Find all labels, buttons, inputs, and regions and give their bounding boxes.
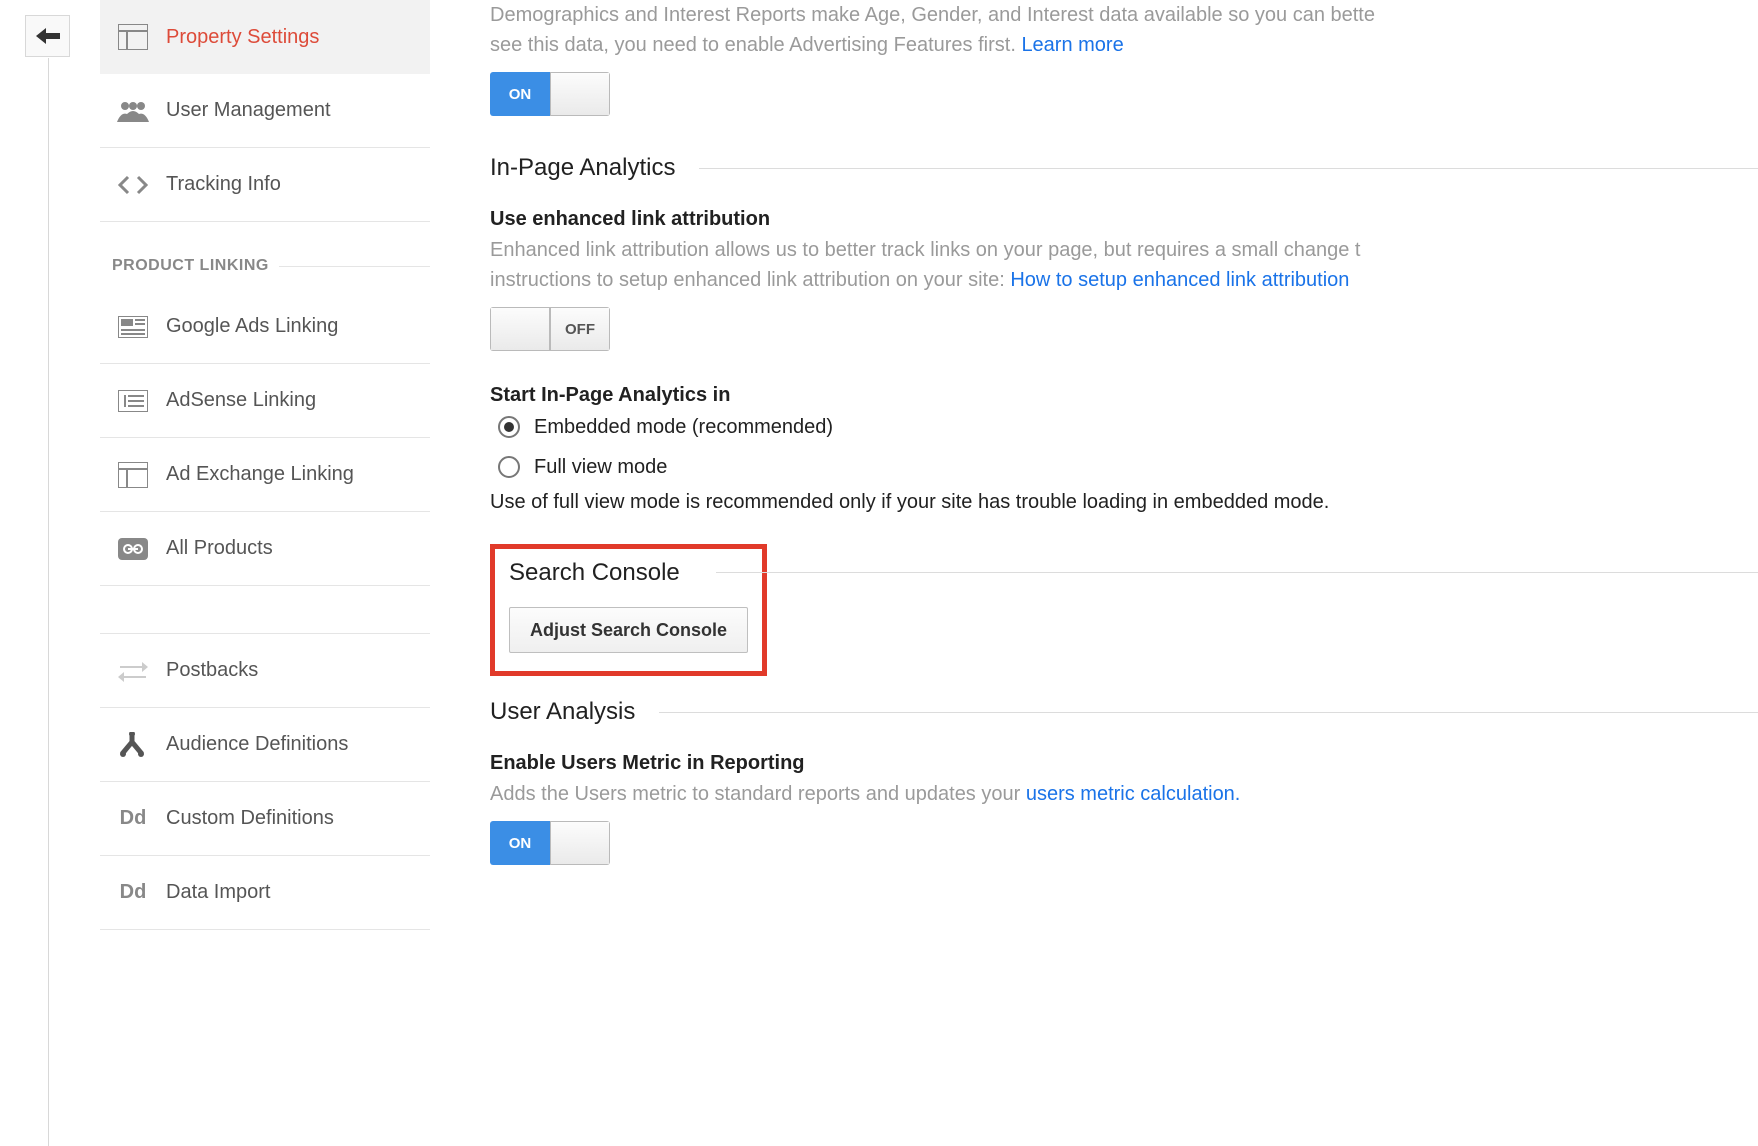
search-console-heading: Search Console: [509, 559, 709, 587]
divider-line: [699, 168, 1758, 169]
code-icon: [116, 168, 150, 202]
sidebar-item-adsense-linking[interactable]: AdSense Linking: [100, 364, 430, 438]
button-label: Adjust Search Console: [530, 620, 727, 641]
enable-users-title: Enable Users Metric in Reporting: [490, 752, 1758, 775]
sidebar-item-label: AdSense Linking: [166, 389, 316, 412]
vertical-divider: [48, 58, 49, 1146]
users-metric-link[interactable]: users metric calculation.: [1026, 783, 1241, 805]
back-arrow-icon: [36, 28, 60, 44]
text: Demographics and Interest Reports make A…: [490, 4, 1375, 26]
enhanced-link-title: Use enhanced link attribution: [490, 208, 1758, 231]
toggle-on-label: ON: [490, 72, 550, 116]
news-icon: [116, 310, 150, 344]
branch-icon: [116, 728, 150, 762]
dd-icon: Dd: [116, 876, 150, 910]
sidebar-item-label: Google Ads Linking: [166, 315, 338, 338]
sidebar-item-ad-exchange-linking[interactable]: Ad Exchange Linking: [100, 438, 430, 512]
learn-more-link[interactable]: Learn more: [1021, 34, 1123, 56]
users-icon: [116, 94, 150, 128]
divider-line: [279, 266, 430, 267]
in-page-analytics-heading: In-Page Analytics: [490, 154, 1758, 182]
text: see this data, you need to enable Advert…: [490, 34, 1021, 56]
sidebar-section-label: PRODUCT LINKING: [112, 257, 269, 275]
search-console-highlight: Search Console Adjust Search Console: [490, 544, 767, 676]
sidebar-item-label: All Products: [166, 537, 273, 560]
sidebar-section-header: PRODUCT LINKING: [100, 242, 430, 290]
user-analysis-heading: User Analysis: [490, 698, 1758, 726]
sidebar-item-custom-definitions[interactable]: Dd Custom Definitions: [100, 782, 430, 856]
radio-label: Full view mode: [534, 456, 667, 479]
enhanced-link-toggle[interactable]: OFF: [490, 307, 610, 351]
divider-line: [716, 572, 1758, 573]
back-button[interactable]: [25, 15, 70, 57]
heading-text: Search Console: [509, 559, 680, 587]
toggle-handle: [550, 821, 610, 865]
sidebar-item-label: User Management: [166, 99, 331, 122]
toggle-handle: [490, 307, 550, 351]
layout-icon: [116, 20, 150, 54]
sidebar: Property Settings User Management Tracki…: [100, 0, 430, 930]
enhanced-link-description: Enhanced link attribution allows us to b…: [490, 235, 1758, 295]
text: Enhanced link attribution allows us to b…: [490, 239, 1360, 261]
text: Adds the Users metric to standard report…: [490, 783, 1026, 805]
radio-label: Embedded mode (recommended): [534, 416, 833, 439]
layout-icon: [116, 458, 150, 492]
sidebar-item-postbacks[interactable]: Postbacks: [100, 634, 430, 708]
sidebar-item-label: Ad Exchange Linking: [166, 463, 354, 486]
text: instructions to setup enhanced link attr…: [490, 269, 1010, 291]
sidebar-item-user-management[interactable]: User Management: [100, 74, 430, 148]
sidebar-item-label: Tracking Info: [166, 173, 281, 196]
radio-full-view-mode[interactable]: Full view mode: [498, 447, 1758, 487]
radio-embedded-mode[interactable]: Embedded mode (recommended): [498, 407, 1758, 447]
sidebar-item-label: Custom Definitions: [166, 807, 334, 830]
full-view-note: Use of full view mode is recommended onl…: [490, 491, 1758, 514]
sidebar-item-label: Data Import: [166, 881, 270, 904]
link-icon: [116, 532, 150, 566]
demographics-description: Demographics and Interest Reports make A…: [490, 0, 1758, 60]
sidebar-item-data-import[interactable]: Dd Data Import: [100, 856, 430, 930]
sidebar-item-label: Property Settings: [166, 26, 319, 49]
sidebar-item-google-ads-linking[interactable]: Google Ads Linking: [100, 290, 430, 364]
radio-icon: [498, 456, 520, 478]
dd-icon: Dd: [116, 802, 150, 836]
sidebar-item-audience-definitions[interactable]: Audience Definitions: [100, 708, 430, 782]
sidebar-item-label: Audience Definitions: [166, 733, 348, 756]
heading-text: User Analysis: [490, 698, 635, 726]
users-metric-toggle[interactable]: ON: [490, 821, 610, 865]
demographics-toggle[interactable]: ON: [490, 72, 610, 116]
divider-line: [659, 712, 1758, 713]
sidebar-item-label: Postbacks: [166, 659, 258, 682]
main-content: Demographics and Interest Reports make A…: [490, 0, 1758, 865]
toggle-on-label: ON: [490, 821, 550, 865]
sidebar-item-tracking-info[interactable]: Tracking Info: [100, 148, 430, 222]
radio-icon: [498, 416, 520, 438]
sidebar-item-all-products[interactable]: All Products: [100, 512, 430, 586]
list-icon: [116, 384, 150, 418]
sidebar-item-property-settings[interactable]: Property Settings: [100, 0, 430, 74]
start-inpage-title: Start In-Page Analytics in: [490, 384, 1758, 407]
enable-users-description: Adds the Users metric to standard report…: [490, 779, 1758, 809]
exchange-icon: [116, 654, 150, 688]
toggle-handle: [550, 72, 610, 116]
toggle-off-label: OFF: [550, 307, 610, 351]
heading-text: In-Page Analytics: [490, 154, 675, 182]
enhanced-link-help-link[interactable]: How to setup enhanced link attribution: [1010, 269, 1349, 291]
adjust-search-console-button[interactable]: Adjust Search Console: [509, 607, 748, 653]
sidebar-spacer: [100, 586, 430, 634]
